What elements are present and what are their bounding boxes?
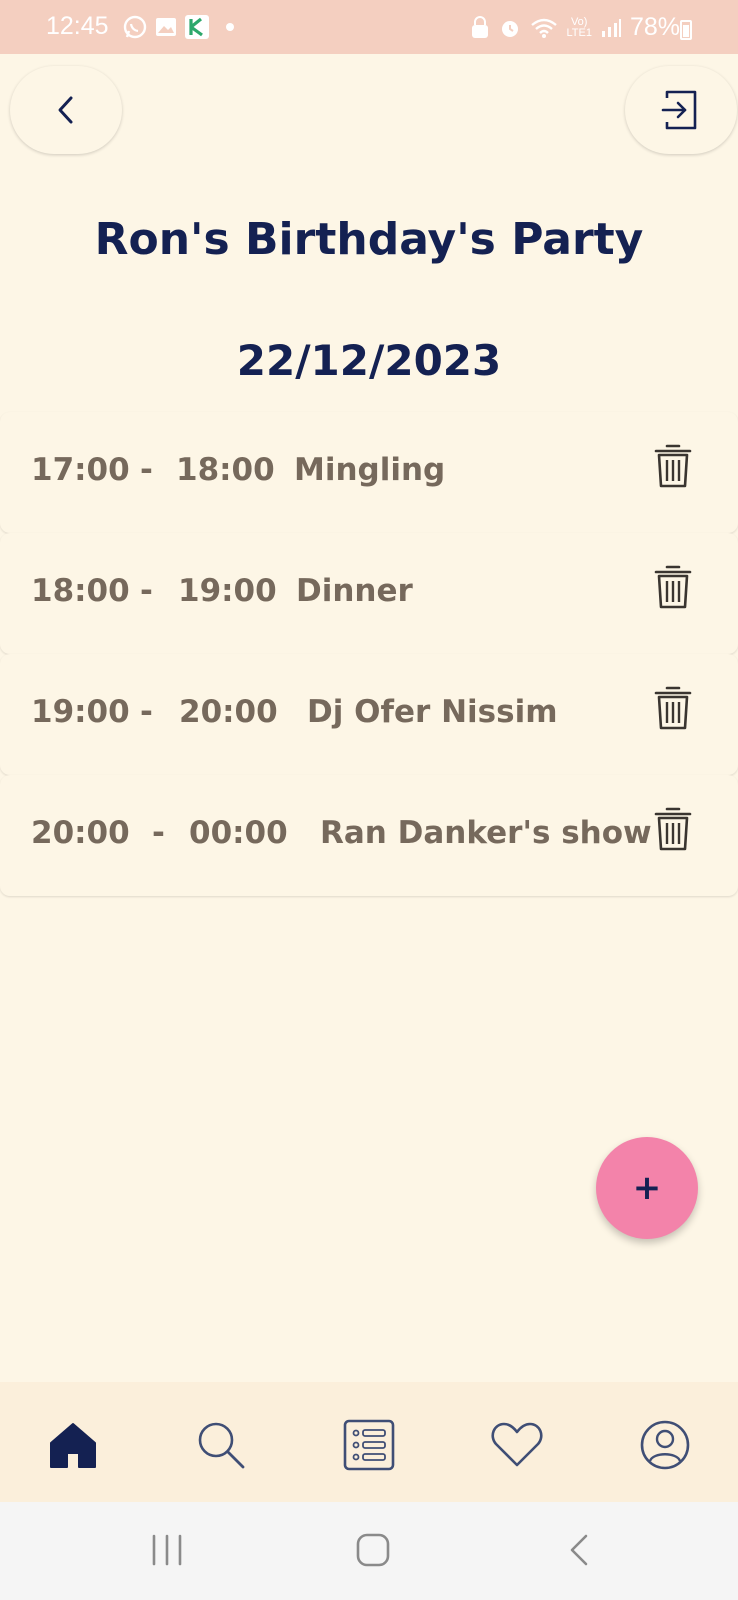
lte-indicator: Vo) LTE1 bbox=[566, 15, 592, 39]
trash-icon bbox=[654, 807, 692, 851]
home-icon bbox=[50, 1423, 96, 1468]
bottom-navigation bbox=[0, 1382, 738, 1502]
nav-favorites[interactable] bbox=[490, 1418, 544, 1472]
time-separator: - bbox=[152, 815, 165, 851]
back-arrow-icon bbox=[570, 1534, 588, 1566]
system-status-icons: Vo) LTE1 78% bbox=[470, 13, 680, 42]
status-bar: 12:45 Vo) LTE1 78% bbox=[0, 0, 738, 54]
app-k-icon bbox=[185, 15, 209, 39]
wifi-icon bbox=[531, 18, 558, 38]
alarm-icon bbox=[502, 20, 519, 37]
start-time: 18:00 bbox=[31, 573, 130, 609]
alarm-lock-icon bbox=[472, 15, 489, 38]
time-separator: - bbox=[140, 452, 153, 488]
delete-button[interactable] bbox=[653, 805, 693, 857]
delete-button[interactable] bbox=[653, 684, 693, 736]
search-icon bbox=[198, 1422, 245, 1469]
whatsapp-icon bbox=[123, 15, 147, 39]
activity-name: Dj Ofer Nissim bbox=[307, 694, 558, 730]
time-separator: - bbox=[140, 573, 153, 609]
time-separator: - bbox=[140, 694, 153, 730]
signal-icon bbox=[601, 18, 621, 37]
schedule-item[interactable]: 18:00 - 19:00 Dinner bbox=[0, 533, 738, 654]
logout-button[interactable] bbox=[625, 66, 737, 154]
activity-name: Mingling bbox=[294, 452, 446, 488]
list-icon bbox=[343, 1419, 395, 1471]
event-title: Ron's Birthday's Party bbox=[94, 214, 644, 265]
end-time: 18:00 bbox=[176, 452, 275, 488]
heart-icon bbox=[491, 1422, 543, 1467]
delete-button[interactable] bbox=[653, 563, 693, 615]
activity-name: Dinner bbox=[296, 573, 413, 609]
recent-apps-icon bbox=[152, 1534, 182, 1566]
add-activity-button[interactable]: + bbox=[596, 1137, 698, 1239]
end-time: 00:00 bbox=[189, 815, 288, 851]
start-time: 20:00 bbox=[31, 815, 130, 851]
more-notifications-dot bbox=[226, 23, 234, 31]
schedule-item[interactable]: 19:00 - 20:00 Dj Ofer Nissim bbox=[0, 654, 738, 775]
battery-icon bbox=[680, 20, 692, 40]
system-navigation-bar bbox=[0, 1502, 738, 1600]
start-time: 19:00 bbox=[31, 694, 130, 730]
activity-name: Ran Danker's show bbox=[320, 815, 652, 851]
plus-icon: + bbox=[632, 1168, 662, 1208]
nav-home[interactable] bbox=[46, 1418, 100, 1472]
back-button[interactable] bbox=[10, 66, 122, 154]
notification-icons bbox=[122, 14, 234, 40]
nav-search[interactable] bbox=[194, 1418, 248, 1472]
end-time: 20:00 bbox=[179, 694, 278, 730]
end-time: 19:00 bbox=[178, 573, 277, 609]
battery-percentage: 78% bbox=[629, 13, 680, 41]
schedule-item[interactable]: 20:00 - 00:00 Ran Danker's show bbox=[0, 775, 738, 896]
chevron-left-icon bbox=[58, 96, 73, 124]
home-system-button[interactable] bbox=[355, 1530, 391, 1574]
delete-button[interactable] bbox=[653, 442, 693, 494]
system-back-button[interactable] bbox=[566, 1530, 592, 1574]
logout-icon bbox=[661, 90, 697, 130]
screen: 12:45 Vo) LTE1 78% Ron's Birthday's Part… bbox=[0, 0, 738, 1600]
nav-profile[interactable] bbox=[638, 1418, 692, 1472]
schedule-item[interactable]: 17:00 - 18:00 Mingling bbox=[0, 412, 738, 533]
start-time: 17:00 bbox=[31, 452, 130, 488]
trash-icon bbox=[654, 444, 692, 488]
nav-list[interactable] bbox=[342, 1418, 396, 1472]
recent-apps-button[interactable] bbox=[150, 1530, 184, 1574]
profile-icon bbox=[640, 1420, 690, 1470]
trash-icon bbox=[654, 686, 692, 730]
trash-icon bbox=[654, 565, 692, 609]
schedule-list: 17:00 - 18:00 Mingling 18:00 - 19:00 Din… bbox=[0, 412, 738, 896]
status-time: 12:45 bbox=[46, 12, 109, 40]
event-date: 22/12/2023 bbox=[236, 336, 502, 385]
home-square-icon bbox=[356, 1533, 390, 1567]
gallery-icon bbox=[156, 18, 176, 36]
